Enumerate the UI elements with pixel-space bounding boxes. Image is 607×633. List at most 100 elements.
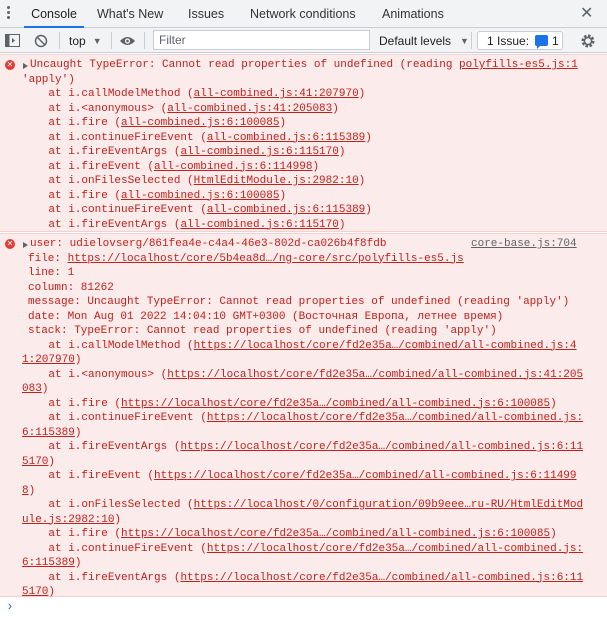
- console-toolbar: top ▼ Default levels ▼ 1 Issue: 1: [0, 28, 607, 53]
- stack-frame: at i.fire (all-combined.js:6:100085): [22, 116, 286, 131]
- stack-frame: at i.continueFireEvent (https://localhos…: [22, 542, 583, 557]
- stack-frame-link[interactable]: https://localhost/0/configuration/09b9ee…: [194, 499, 583, 511]
- log-levels-label: Default levels: [379, 33, 452, 48]
- stack-frame-link[interactable]: all-combined.js:41:205083: [167, 103, 332, 115]
- stack-frame: at i.fire (https://localhost/core/fd2e35…: [22, 527, 556, 542]
- stack-frame: at i.fireEvent (https://localhost/core/f…: [22, 469, 576, 484]
- stack-frame: at i.continueFireEvent (https://localhos…: [22, 411, 583, 426]
- stack-frame-text: ): [48, 586, 56, 598]
- tab-console[interactable]: Console: [24, 0, 84, 28]
- issues-button[interactable]: 1 Issue: 1: [477, 31, 563, 50]
- stack-frame-link[interactable]: 6:115389: [22, 427, 75, 439]
- stack-frame-text: at i.fireEvent (: [22, 470, 155, 482]
- message-field: message: Uncaught TypeError: Cannot read…: [28, 296, 570, 308]
- user-field: user: udielovserg/861fea4e-c4a4-46e3-802…: [30, 238, 387, 250]
- context-selector[interactable]: top ▼: [69, 28, 102, 53]
- stack-frame-link[interactable]: https://localhost/core/fd2e35a…/combined…: [121, 398, 550, 410]
- stack-frame-text: at i.fireEventArgs (: [22, 441, 181, 453]
- date-field: date: Mon Aug 01 2022 14:04:10 GMT+0300 …: [28, 310, 504, 323]
- stack-frame-link[interactable]: all-combined.js:6:100085: [121, 190, 279, 202]
- file-label: file:: [28, 252, 68, 265]
- stack-frame-text: at i.fire (: [22, 528, 122, 540]
- stack-frame-text: at i.fireEventArgs (: [22, 571, 181, 584]
- stack-frame-text: at i.callModelMethod (: [22, 88, 194, 100]
- clear-console-icon[interactable]: [34, 28, 48, 53]
- stack-frame-text: ): [279, 189, 287, 202]
- stack-frame-text: at i.fire (: [22, 117, 122, 129]
- filter-input[interactable]: [153, 30, 370, 50]
- stack-frame-wrap: 6:115389): [22, 426, 81, 441]
- stack-frame-link[interactable]: 6:115389: [22, 557, 75, 569]
- stack-frame-text: ): [41, 383, 49, 395]
- tab-network-conditions[interactable]: Network conditions: [250, 0, 356, 28]
- tab-issues[interactable]: Issues: [188, 0, 224, 28]
- stack-frame-text: ): [365, 131, 372, 144]
- dropdown-arrow-icon: ▼: [92, 35, 102, 46]
- stack-frame-text: at i.fireEvent (: [22, 160, 155, 173]
- stack-frame: at i.<anonymous> (all-combined.js:41:205…: [22, 102, 339, 117]
- tab-whats-new[interactable]: What's New: [97, 0, 163, 28]
- stack-frame-link[interactable]: all-combined.js:41:207970: [194, 88, 359, 100]
- stack-frame-wrap: 1:207970): [22, 353, 81, 368]
- line-field: line: 1: [28, 267, 75, 279]
- stack-frame-link[interactable]: all-combined.js:6:115389: [207, 132, 365, 144]
- stack-frame-link[interactable]: https://localhost/core/fd2e35a…/combined…: [207, 412, 583, 424]
- issues-count: 1: [552, 33, 559, 48]
- stack-frame-text: at i.continueFireEvent (: [22, 542, 207, 555]
- stack-frame-link[interactable]: all-combined.js:6:115170: [180, 146, 338, 158]
- console-prompt-icon[interactable]: ›: [6, 600, 14, 614]
- stack-frame-text: ): [332, 102, 339, 115]
- stack-frame-link[interactable]: https://localhost/core/fd2e35a…/combined…: [121, 528, 550, 540]
- error-icon: ✕: [5, 239, 15, 249]
- stack-frame-link[interactable]: all-combined.js:6:100085: [121, 117, 279, 129]
- stack-frame-link[interactable]: https://localhost/core/fd2e35a…/combined…: [154, 470, 576, 482]
- stack-frame-link[interactable]: https://localhost/core/fd2e35a…/combined…: [180, 441, 583, 453]
- stack-frame-wrap: 5170): [22, 455, 55, 470]
- stack-frame: at i.fireEventArgs (all-combined.js:6:11…: [22, 145, 345, 160]
- stack-frame-link[interactable]: 5170: [22, 456, 48, 468]
- stack-frame-link[interactable]: 5170: [22, 586, 48, 598]
- stack-frame-link[interactable]: https://localhost/core/fd2e35a…/combined…: [194, 340, 577, 352]
- stack-frame-text: ): [358, 175, 366, 187]
- stack-frame-link[interactable]: HtmlEditModule.js:2982:10: [194, 175, 359, 187]
- stack-frame: at i.onFilesSelected (https://localhost/…: [22, 498, 583, 513]
- tab-animations[interactable]: Animations: [382, 0, 444, 28]
- stack-frame-link[interactable]: https://localhost/core/fd2e35a…/combined…: [180, 572, 583, 584]
- stack-frame-link[interactable]: 8: [22, 485, 29, 497]
- issues-label: 1 Issue:: [487, 33, 530, 48]
- close-icon[interactable]: ✕: [580, 4, 593, 24]
- error-source-link[interactable]: polyfills-es5.js:1: [459, 58, 578, 73]
- stack-frame-wrap: ule.js:2982:10): [22, 513, 121, 528]
- stack-frame-text: at i.fire (: [22, 189, 122, 202]
- stack-frame-link[interactable]: all-combined.js:6:114998: [154, 161, 312, 173]
- stack-frame-link[interactable]: all-combined.js:6:115389: [207, 204, 365, 216]
- stack-frame-text: ): [279, 117, 287, 129]
- stack-frame-link[interactable]: 083: [22, 383, 42, 395]
- stack-frame-link[interactable]: https://localhost/core/fd2e35a…/combined…: [167, 369, 583, 381]
- stack-frame-link[interactable]: 1:207970: [22, 354, 75, 366]
- stack-frame-text: ): [28, 484, 36, 497]
- expand-triangle-icon[interactable]: [23, 242, 28, 248]
- stack-field: stack: TypeError: Cannot read properties…: [28, 325, 497, 337]
- stack-frame: at i.onFilesSelected (HtmlEditModule.js:…: [22, 174, 365, 189]
- expand-triangle-icon[interactable]: [23, 63, 28, 69]
- stack-frame-link[interactable]: https://localhost/core/fd2e35a…/combined…: [207, 543, 583, 555]
- log-levels-dropdown[interactable]: Default levels ▼: [379, 28, 469, 53]
- eye-icon[interactable]: [119, 28, 136, 53]
- stack-frame-link[interactable]: all-combined.js:6:115170: [180, 219, 338, 231]
- stack-frame-wrap: 8): [22, 484, 35, 499]
- dropdown-arrow-icon: ▼: [460, 35, 469, 46]
- error-source-link[interactable]: core-base.js:704: [471, 237, 577, 252]
- file-link[interactable]: https://localhost/core/5b4ea8d…/ng-core/…: [68, 253, 464, 265]
- stack-frame-text: at i.fireEventArgs (: [22, 218, 181, 231]
- stack-frame-text: at i.continueFireEvent (: [22, 131, 207, 144]
- stack-frame-text: ): [74, 426, 82, 439]
- more-options-icon[interactable]: [6, 6, 12, 22]
- stack-frame: at i.fireEventArgs (https://localhost/co…: [22, 440, 583, 455]
- sidebar-toggle-icon[interactable]: [5, 28, 20, 53]
- stack-frame-wrap: 6:115389): [22, 556, 81, 571]
- stack-frame: at i.fireEventArgs (all-combined.js:6:11…: [22, 218, 345, 233]
- settings-gear-icon[interactable]: [580, 28, 596, 53]
- stack-frame-link[interactable]: ule.js:2982:10: [22, 514, 114, 526]
- stack-frame-text: ): [114, 513, 122, 526]
